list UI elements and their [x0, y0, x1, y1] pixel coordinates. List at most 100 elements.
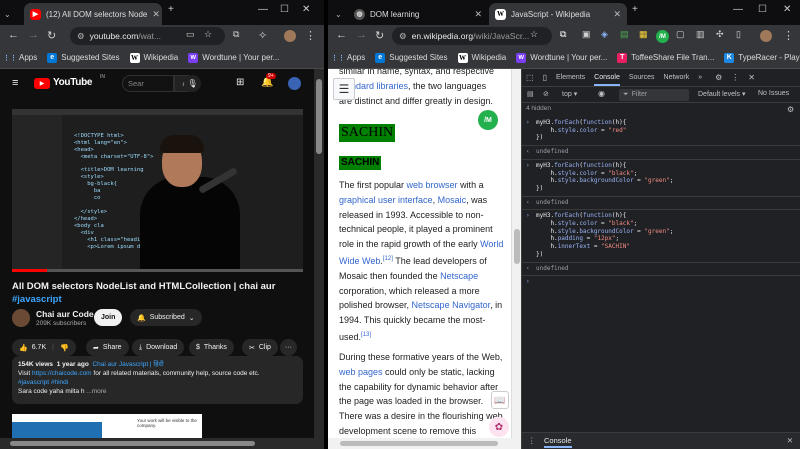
console-filter-input[interactable]: ⏷ Filter [619, 89, 689, 101]
bookmark-star-icon[interactable]: ☆ [530, 29, 538, 40]
next-video-thumbnail[interactable]: Your work will be visible to the company… [12, 414, 202, 438]
reload-icon[interactable]: ↻ [47, 29, 56, 42]
video-player[interactable]: <!DOCTYPE html> <html lang="en"> <head> … [12, 109, 303, 272]
scrollbar-thumb[interactable] [316, 79, 322, 154]
settings-gear-icon[interactable]: ⚙ [715, 73, 722, 82]
scrollbar-thumb[interactable] [514, 229, 520, 264]
article-link[interactable]: Netscape [440, 271, 478, 281]
citation-link[interactable]: [12] [383, 256, 393, 262]
bookmark-apps[interactable]: ⋮⋮ Apps [331, 53, 365, 63]
hamburger-icon[interactable]: ≡ [12, 77, 18, 89]
bookmark-star-icon[interactable]: ☆ [204, 29, 212, 40]
close-icon[interactable]: ✕ [608, 9, 621, 20]
new-tab-icon[interactable]: + [168, 4, 174, 15]
new-tab-icon[interactable]: + [632, 4, 638, 15]
maximize-icon[interactable]: ☐ [758, 4, 767, 15]
extension-puzzle-icon[interactable]: ⧉ [560, 29, 566, 40]
tab-search-icon[interactable]: ⌄ [332, 3, 346, 25]
window-close-icon[interactable]: ✕ [783, 4, 791, 15]
screenshot-icon[interactable]: ▣ [582, 29, 591, 40]
bookmark-typeracer[interactable]: KTypeRacer - Play Typ... [724, 52, 800, 63]
share-button[interactable]: ➦ Share [86, 339, 129, 356]
tab-dom-learning[interactable]: ◍ DOM learning ✕ [348, 3, 488, 25]
translate-icon[interactable]: ◈ [601, 29, 608, 40]
extension-yellow-icon[interactable]: ▦ [639, 29, 648, 40]
channel-name[interactable]: Chai aur Code [36, 309, 94, 319]
tab-console[interactable]: Console [594, 74, 620, 86]
scrollbar-thumb[interactable] [340, 441, 498, 446]
bookmark-wikipedia[interactable]: W Wikipedia [129, 52, 178, 63]
description-hashtags[interactable]: #javascript #hindi [18, 378, 297, 387]
join-button[interactable]: Join [94, 309, 123, 326]
profile-avatar[interactable] [760, 30, 772, 42]
horizontal-scrollbar[interactable] [0, 438, 324, 449]
live-expression-eye-icon[interactable]: ◉ [598, 89, 605, 98]
subscribed-button[interactable]: 🔔 Subscribed ⌄ [130, 309, 202, 326]
tab-search-icon[interactable]: ⌄ [4, 3, 12, 25]
minimize-icon[interactable]: — [258, 4, 268, 15]
thanks-button[interactable]: $ Thanks [189, 339, 234, 356]
video-hashtag[interactable]: #javascript [12, 294, 62, 305]
forward-icon[interactable]: → [356, 29, 367, 41]
address-bar[interactable]: ⚙ youtube.com/wat... [70, 27, 225, 45]
bookmark-apps[interactable]: ⋮⋮ Apps [3, 53, 37, 63]
scrollbar-thumb[interactable] [10, 441, 255, 446]
reading-list-icon[interactable]: ▯ [736, 29, 741, 40]
wiki-horizontal-scrollbar[interactable] [328, 438, 521, 449]
more-tabs-icon[interactable]: » [698, 74, 702, 81]
show-more-link[interactable]: ...more [86, 388, 106, 395]
wordtune-floating-icon[interactable]: /M [478, 110, 498, 130]
assistant-brain-icon[interactable]: ✿ [489, 417, 509, 437]
toc-menu-icon[interactable]: ☰ [333, 78, 355, 100]
back-icon[interactable]: ← [8, 29, 19, 41]
extension-box-icon[interactable]: ▢ [676, 29, 685, 40]
site-info-icon[interactable]: ⚙ [399, 31, 407, 42]
close-icon[interactable]: ✕ [147, 9, 160, 20]
console-prompt-input[interactable]: › [522, 276, 800, 289]
bookmark-suggested-sites[interactable]: e Suggested Sites [375, 52, 448, 63]
cast-icon[interactable]: ▭ [186, 29, 195, 40]
tab-network[interactable]: Network [664, 74, 690, 81]
reload-icon[interactable]: ↻ [375, 29, 384, 42]
maximize-icon[interactable]: ☐ [280, 4, 289, 15]
download-button[interactable]: ⤓ Download [132, 339, 185, 356]
article-link[interactable]: Mosaic [438, 195, 467, 205]
bookmark-wikipedia[interactable]: W Wikipedia [457, 52, 506, 63]
close-icon[interactable]: ✕ [469, 9, 482, 20]
citation-link[interactable]: [13] [361, 332, 371, 338]
address-bar[interactable]: ⚙ en.wikipedia.org/wiki/JavaScr... [392, 27, 552, 45]
bookmark-toffeeshare[interactable]: T ToffeeShare File Tran... [617, 52, 714, 63]
vertical-scrollbar[interactable] [314, 69, 324, 438]
menu-kebab-icon[interactable]: ⋮ [305, 29, 316, 42]
account-avatar[interactable] [288, 77, 301, 90]
description-box[interactable]: 154K views 1 year ago Chai aur Javascrip… [12, 356, 303, 404]
bookmark-wordtune[interactable]: w Wordtune | Your per... [188, 52, 279, 63]
youtube-search-input[interactable]: Sear [122, 75, 174, 92]
article-link[interactable]: web browser [407, 180, 458, 190]
device-toolbar-icon[interactable]: ▯ [543, 73, 547, 82]
article-link[interactable]: web pages [339, 367, 383, 377]
tab-elements[interactable]: Elements [556, 74, 585, 81]
issues-counter[interactable]: No Issues [758, 90, 789, 97]
back-icon[interactable]: ← [336, 29, 347, 41]
wiki-vertical-scrollbar[interactable] [511, 69, 521, 438]
playlist-link[interactable]: Chai aur Javascript | हिंदी [92, 361, 163, 368]
bookmark-suggested-sites[interactable]: e Suggested Sites [47, 52, 120, 63]
tab-javascript-wikipedia[interactable]: W JavaScript - Wikipedia ✕ [489, 3, 627, 25]
extensions-icon[interactable]: ⧉ [233, 29, 239, 40]
reading-mode-icon[interactable]: 📖 [491, 391, 509, 409]
menu-kebab-icon[interactable]: ⋮ [783, 29, 794, 42]
article-link[interactable]: graphical user interface [339, 195, 433, 205]
channel-avatar[interactable] [12, 309, 30, 327]
context-selector[interactable]: top ▾ [562, 90, 577, 98]
close-drawer-icon[interactable]: ✕ [787, 436, 793, 445]
console-settings-icon[interactable]: ⚙ [787, 105, 794, 114]
wordtune-extension-icon[interactable]: /M [656, 30, 669, 43]
description-url[interactable]: https://chaicode.com [32, 370, 92, 377]
site-info-icon[interactable]: ⚙ [77, 31, 85, 42]
sidebar-icon[interactable]: ▥ [696, 29, 705, 40]
close-devtools-icon[interactable]: ✕ [748, 73, 755, 82]
bookmark-wordtune[interactable]: w Wordtune | Your per... [516, 52, 607, 63]
youtube-logo-icon[interactable]: ▶ [34, 78, 50, 89]
create-video-icon[interactable]: ⊞ [236, 77, 244, 88]
